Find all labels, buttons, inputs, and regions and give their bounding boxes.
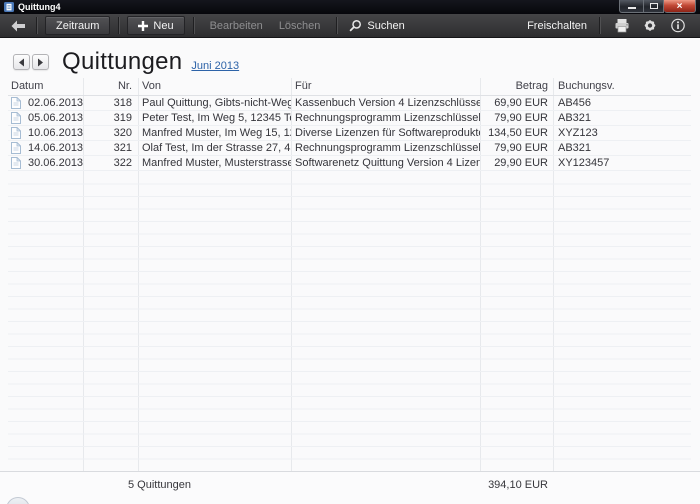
status-bar: 5 Quittungen 394,10 EUR (0, 471, 700, 504)
printer-icon[interactable] (614, 18, 630, 33)
cell-fuer: Rechnungsprogramm Lizenzschlüssel (291, 141, 480, 155)
search-icon (349, 19, 362, 32)
column-header-buchungsv[interactable]: Buchungsv. (553, 78, 691, 95)
table-row[interactable]: 02.06.2013 318 Paul Quittung, Gibts-nich… (8, 96, 691, 111)
document-icon (11, 112, 21, 124)
empty-rows-grid (8, 172, 691, 471)
neu-button[interactable]: Neu (127, 16, 184, 35)
freischalten-button[interactable]: Freischalten (523, 20, 591, 32)
titlebar: Quittung4 × (0, 0, 700, 14)
cell-nr: 320 (83, 126, 138, 140)
next-period-button[interactable] (32, 54, 49, 70)
page-header: Quittungen Juni 2013 (13, 48, 239, 76)
minimize-button[interactable] (619, 0, 643, 13)
cell-betrag: 69,90 EUR (480, 96, 553, 110)
window-controls: × (619, 0, 696, 13)
column-header-fuer[interactable]: Für (291, 78, 480, 95)
datum-text: 30.06.2013 (28, 156, 83, 170)
receipts-table: Datum Nr. Von Für Betrag Buchungsv. 02.0… (8, 78, 691, 471)
cell-buchungsv: XYZ123 (553, 126, 691, 140)
period-link[interactable]: Juni 2013 (191, 60, 239, 72)
column-header-betrag[interactable]: Betrag (480, 78, 553, 95)
gear-icon[interactable] (642, 18, 658, 33)
suchen-button[interactable]: Suchen (345, 19, 408, 32)
datum-text: 14.06.2013 (28, 141, 83, 155)
cell-nr: 321 (83, 141, 138, 155)
cell-betrag: 79,90 EUR (480, 111, 553, 125)
document-icon (11, 142, 21, 154)
cell-fuer: Rechnungsprogramm Lizenzschlüssel (291, 111, 480, 125)
toolbar: Zeitraum Neu Bearbeiten Löschen Suchen F… (0, 14, 700, 38)
toolbar-right-group: Freischalten (523, 17, 692, 34)
cell-buchungsv: XY123457 (553, 156, 691, 170)
app-icon (4, 2, 14, 12)
datum-text: 10.06.2013 (28, 126, 83, 140)
cell-nr: 322 (83, 156, 138, 170)
cell-betrag: 29,90 EUR (480, 156, 553, 170)
minimize-icon (628, 7, 636, 9)
zeitraum-button[interactable]: Zeitraum (45, 16, 110, 35)
chevron-left-icon (18, 58, 25, 67)
cell-fuer: Diverse Lizenzen für Softwareprodukte (291, 126, 480, 140)
maximize-icon (650, 3, 658, 9)
cell-buchungsv: AB321 (553, 111, 691, 125)
column-header-datum[interactable]: Datum (8, 78, 83, 95)
app-window: Quittung4 × Zeitraum Neu Bearbeiten Lösc… (0, 0, 700, 504)
back-arrow-icon[interactable] (10, 20, 26, 32)
cell-datum: 14.06.2013 (8, 141, 83, 155)
column-header-nr[interactable]: Nr. (83, 78, 138, 95)
datum-text: 05.06.2013 (28, 111, 83, 125)
cell-von: Olaf Test, Im der Strasse 27, 43210... (138, 141, 291, 155)
cell-datum: 05.06.2013 (8, 111, 83, 125)
cell-von: Manfred Muster, Musterstrasse 29,... (138, 156, 291, 170)
document-icon (11, 157, 21, 169)
cell-betrag: 134,50 EUR (480, 126, 553, 140)
plus-icon (138, 21, 148, 31)
document-icon (11, 97, 21, 109)
prev-period-button[interactable] (13, 54, 30, 70)
table-row[interactable]: 10.06.2013 320 Manfred Muster, Im Weg 15… (8, 126, 691, 141)
table-row[interactable]: 14.06.2013 321 Olaf Test, Im der Strasse… (8, 141, 691, 156)
suchen-label: Suchen (367, 20, 404, 32)
cell-buchungsv: AB456 (553, 96, 691, 110)
document-icon (11, 127, 21, 139)
cell-buchungsv: AB321 (553, 141, 691, 155)
neu-label: Neu (153, 20, 173, 32)
cell-betrag: 79,90 EUR (480, 141, 553, 155)
toolbar-separator (36, 17, 37, 34)
zeitraum-label: Zeitraum (56, 20, 99, 32)
window-title: Quittung4 (18, 0, 61, 14)
cell-nr: 318 (83, 96, 138, 110)
cell-datum: 10.06.2013 (8, 126, 83, 140)
loeschen-button[interactable]: Löschen (271, 20, 329, 32)
page-title: Quittungen (62, 48, 182, 76)
table-row[interactable]: 30.06.2013 322 Manfred Muster, Musterstr… (8, 156, 691, 171)
maximize-button[interactable] (643, 0, 664, 13)
datum-text: 02.06.2013 (28, 96, 83, 110)
corner-circle-icon (6, 497, 30, 504)
close-button[interactable]: × (664, 0, 696, 13)
chevron-right-icon (37, 58, 44, 67)
cell-fuer: Softwarenetz Quittung Version 4 Lizenzsc… (291, 156, 480, 170)
content-area: Quittungen Juni 2013 Datum Nr. Von Für B… (0, 38, 700, 504)
total-amount: 394,10 EUR (440, 479, 548, 491)
table-header: Datum Nr. Von Für Betrag Buchungsv. (8, 78, 691, 96)
cell-von: Peter Test, Im Weg 5, 12345 Testha... (138, 111, 291, 125)
toolbar-separator (599, 17, 600, 34)
cell-datum: 30.06.2013 (8, 156, 83, 170)
bearbeiten-button[interactable]: Bearbeiten (202, 20, 271, 32)
toolbar-separator (118, 17, 119, 34)
table-row[interactable]: 05.06.2013 319 Peter Test, Im Weg 5, 123… (8, 111, 691, 126)
cell-von: Paul Quittung, Gibts-nicht-Weg 7, 9... (138, 96, 291, 110)
cell-nr: 319 (83, 111, 138, 125)
receipt-count: 5 Quittungen (128, 479, 191, 491)
cell-datum: 02.06.2013 (8, 96, 83, 110)
cell-fuer: Kassenbuch Version 4 Lizenzschlüssel (291, 96, 480, 110)
toolbar-separator (193, 17, 194, 34)
column-header-von[interactable]: Von (138, 78, 291, 95)
toolbar-separator (336, 17, 337, 34)
info-icon[interactable] (670, 18, 686, 33)
close-icon: × (677, 1, 683, 12)
cell-von: Manfred Muster, Im Weg 15, 1234... (138, 126, 291, 140)
